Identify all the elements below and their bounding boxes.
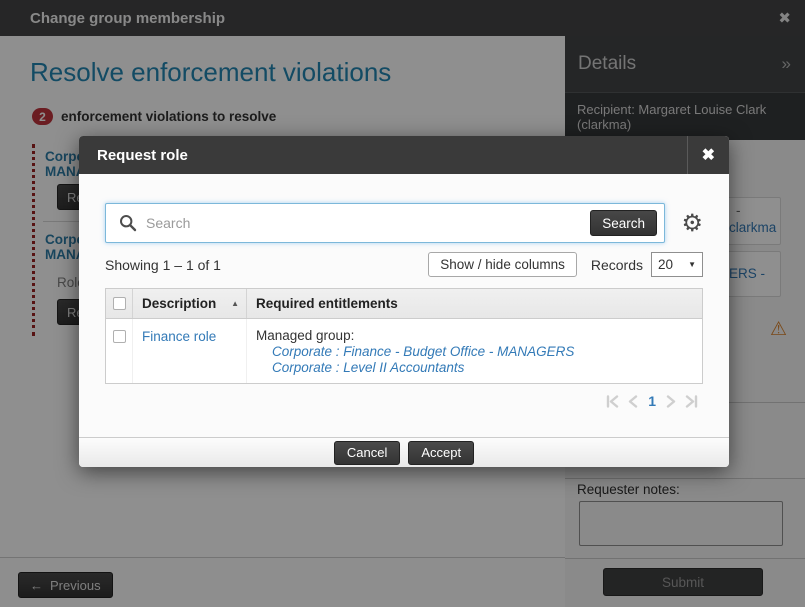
entitlement-link[interactable]: Corporate : Level II Accountants: [272, 360, 702, 375]
column-header-label: Description: [142, 296, 216, 311]
show-hide-columns-button[interactable]: Show / hide columns: [428, 252, 577, 277]
search-input[interactable]: [146, 215, 590, 231]
roles-table: Description ▲ Required entitlements Fina…: [105, 288, 703, 384]
records-selected-value: 20: [658, 257, 673, 272]
modal-body: Search ⚙ Showing 1 – 1 of 1 Show / hide …: [79, 203, 729, 409]
row-checkbox-cell: [106, 319, 133, 383]
column-header-label: Required entitlements: [256, 296, 398, 311]
table-header-row: Description ▲ Required entitlements: [106, 289, 702, 319]
table-row: Finance role Managed group: Corporate : …: [106, 319, 702, 383]
gear-icon[interactable]: ⚙: [681, 211, 703, 235]
request-role-modal: Request role ✖ Search ⚙: [79, 136, 729, 467]
results-summary: Showing 1 – 1 of 1: [105, 257, 221, 273]
caret-down-icon: ▼: [688, 260, 696, 269]
modal-close-button[interactable]: ✖: [687, 136, 729, 174]
entitlements-title: Managed group:: [256, 328, 702, 343]
header-checkbox-cell: [106, 289, 133, 318]
modal-header: Request role ✖: [79, 136, 729, 174]
column-header-description[interactable]: Description ▲: [133, 289, 247, 318]
accept-button[interactable]: Accept: [408, 441, 474, 465]
gear-wrap: ⚙: [665, 211, 703, 235]
prev-page-icon[interactable]: [628, 395, 638, 408]
select-all-checkbox[interactable]: [113, 297, 126, 310]
next-page-icon[interactable]: [666, 395, 676, 408]
current-page: 1: [648, 393, 656, 409]
records-per-page-select[interactable]: 20 ▼: [651, 252, 703, 277]
sort-asc-icon: ▲: [231, 299, 239, 308]
search-button[interactable]: Search: [590, 210, 657, 236]
column-header-entitlements[interactable]: Required entitlements: [247, 289, 702, 318]
entitlement-link[interactable]: Corporate : Finance - Budget Office - MA…: [272, 344, 702, 359]
modal-footer: Cancel Accept: [79, 437, 729, 467]
first-page-icon[interactable]: [605, 395, 619, 408]
search-box: Search: [105, 203, 665, 243]
last-page-icon[interactable]: [685, 395, 699, 408]
role-link[interactable]: Finance role: [142, 329, 216, 344]
search-row: Search ⚙: [105, 203, 703, 243]
cancel-button[interactable]: Cancel: [334, 441, 400, 465]
row-description-cell: Finance role: [133, 319, 247, 383]
row-checkbox[interactable]: [113, 330, 126, 343]
search-icon: [119, 214, 137, 232]
close-icon: ✖: [702, 145, 715, 165]
change-group-membership-window: Change group membership ✖ Resolve enforc…: [0, 0, 805, 607]
records-label: Records: [591, 257, 643, 273]
pagination: 1: [105, 393, 699, 409]
results-toolbar: Showing 1 – 1 of 1 Show / hide columns R…: [105, 252, 703, 277]
row-entitlements-cell: Managed group: Corporate : Finance - Bud…: [247, 319, 702, 383]
modal-title: Request role: [97, 147, 188, 164]
